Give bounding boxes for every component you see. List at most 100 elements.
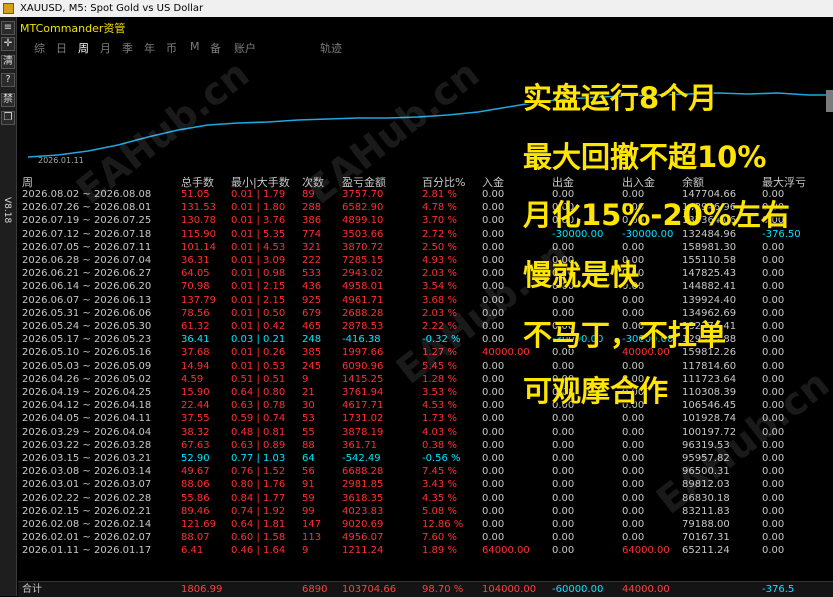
tab-week[interactable]: 周 (78, 40, 89, 56)
total-withdraw: -60000.00 (552, 584, 604, 595)
row-pnl: 1997.66 (342, 347, 384, 359)
row-withdraw: 0.00 (552, 453, 575, 464)
row-balance: 144882.41 (682, 281, 737, 293)
row-withdraw: 0.00 (552, 479, 575, 491)
row-week: 2026.05.10 ~ 2026.05.16 (22, 347, 152, 359)
table-row[interactable]: 2026.07.05 ~ 2026.07.11 101.14 0.01 | 4.53… (18, 241, 833, 254)
row-pnl: 2688.28 (342, 307, 384, 319)
row-deposit: 0.00 (482, 426, 505, 438)
tab-year[interactable]: 年 (144, 40, 155, 56)
row-withdraw: 0.00 (552, 426, 575, 438)
row-count: 9 (302, 545, 309, 557)
row-week: 2026.02.22 ~ 2026.02.28 (22, 492, 152, 504)
row-minmax: 0.63 | 0.78 (231, 400, 286, 412)
table-row[interactable]: 2026.06.07 ~ 2026.06.13 137.79 0.01 | 2.15… (18, 294, 833, 307)
row-balance: 110308.39 (682, 387, 737, 398)
row-net-flow: 64000.00 (622, 545, 670, 557)
total-pnl: 103704.66 (342, 584, 397, 595)
table-row[interactable]: 2026.01.11 ~ 2026.01.17 6.41 0.46 | 1.64 9 1… (18, 544, 833, 557)
tab-quarter[interactable]: 季 (122, 40, 133, 56)
table-row[interactable]: 2026.02.08 ~ 2026.02.14 121.69 0.64 | 1.81… (18, 518, 833, 531)
row-pnl: 9020.69 (342, 519, 384, 530)
tab-day[interactable]: 日 (56, 40, 67, 56)
table-row[interactable]: 2026.02.01 ~ 2026.02.07 88.07 0.60 | 1.58 1… (18, 531, 833, 544)
row-minmax: 0.01 | 2.15 (231, 294, 286, 306)
row-lots: 101.14 (181, 241, 216, 253)
row-percent: 0.38 % (422, 439, 457, 451)
row-lots: 130.78 (181, 215, 216, 227)
row-week: 2026.03.15 ~ 2026.03.21 (22, 453, 152, 464)
total-count: 6890 (302, 584, 328, 595)
row-minmax: 0.01 | 1.79 (231, 189, 286, 200)
row-count: 64 (302, 453, 315, 464)
menu-icon[interactable]: ≡ (1, 21, 15, 35)
row-withdraw: 0.00 (552, 439, 575, 451)
row-percent: 2.03 % (422, 268, 457, 280)
row-percent: 3.68 % (422, 294, 457, 306)
row-minmax: 0.01 | 1.80 (231, 202, 286, 214)
row-lots: 36.31 (181, 255, 210, 266)
row-week: 2026.07.05 ~ 2026.07.11 (22, 241, 152, 253)
disable-button[interactable]: 禁 (1, 93, 15, 107)
row-lots: 37.55 (181, 413, 210, 425)
tab-currency[interactable]: 币 (166, 40, 177, 56)
row-pnl: 3878.19 (342, 426, 384, 438)
table-row[interactable]: 2026.04.05 ~ 2026.04.11 37.55 0.59 | 0.74 5… (18, 412, 833, 425)
row-count: 321 (302, 241, 322, 253)
row-week: 2026.06.14 ~ 2026.06.20 (22, 281, 152, 293)
tab-month[interactable]: 月 (100, 40, 111, 56)
row-balance: 70167.31 (682, 532, 730, 544)
total-lots: 1806.99 (181, 584, 223, 595)
row-max-drawdown: 0.00 (762, 347, 785, 359)
row-pnl: 4899.10 (342, 215, 384, 227)
row-count: 248 (302, 334, 322, 346)
row-balance: 158981.30 (682, 241, 737, 253)
tab-account[interactable]: 账户 (234, 40, 256, 56)
row-week: 2026.03.29 ~ 2026.04.04 (22, 426, 152, 438)
row-lots: 131.53 (181, 202, 216, 214)
move-icon[interactable]: ✛ (1, 37, 15, 51)
row-max-drawdown: 0.00 (762, 307, 785, 319)
table-row[interactable]: 2026.04.19 ~ 2026.04.25 15.90 0.64 | 0.80 2… (18, 386, 833, 399)
chart-scrollbar[interactable] (826, 90, 833, 112)
tab-m[interactable]: M (190, 40, 200, 53)
row-max-drawdown: 0.00 (762, 492, 785, 504)
help-button[interactable]: ? (1, 73, 15, 87)
table-row[interactable]: 2026.06.21 ~ 2026.06.27 64.05 0.01 | 0.98 5… (18, 267, 833, 280)
row-deposit: 0.00 (482, 479, 505, 491)
tab-backup[interactable]: 备 (210, 40, 221, 56)
gold-chart-icon (3, 3, 14, 14)
clear-button[interactable]: 清 (1, 55, 15, 69)
row-pnl: 2981.85 (342, 479, 384, 491)
row-max-drawdown: 0.00 (762, 281, 785, 293)
row-week: 2026.07.12 ~ 2026.07.18 (22, 228, 152, 240)
row-minmax: 0.80 | 1.76 (231, 479, 286, 491)
row-percent: 3.70 % (422, 215, 457, 227)
row-minmax: 0.77 | 1.03 (231, 453, 286, 464)
row-lots: 37.68 (181, 347, 210, 359)
row-minmax: 0.76 | 1.52 (231, 466, 286, 478)
row-withdraw: 0.00 (552, 519, 575, 530)
row-lots: 121.69 (181, 519, 216, 530)
table-row[interactable]: 2026.02.15 ~ 2026.02.21 89.46 0.74 | 1.92 9… (18, 505, 833, 518)
table-row[interactable]: 2026.04.12 ~ 2026.04.18 22.44 0.63 | 0.78 3… (18, 399, 833, 412)
row-balance: 65211.24 (682, 545, 730, 557)
row-percent: 4.03 % (422, 426, 457, 438)
tab-summary[interactable]: 综 (34, 40, 45, 56)
row-week: 2026.03.22 ~ 2026.03.28 (22, 439, 152, 451)
row-pnl: 1415.25 (342, 373, 384, 385)
row-net-flow: 0.00 (622, 453, 645, 464)
row-lots: 15.90 (181, 387, 210, 398)
tab-trajectory[interactable]: 轨迹 (320, 40, 342, 56)
row-percent: 2.50 % (422, 241, 457, 253)
row-deposit: 0.00 (482, 400, 505, 412)
window-icon[interactable]: ❐ (1, 111, 15, 125)
table-row[interactable]: 2026.03.29 ~ 2026.04.04 38.32 0.48 | 0.81 5… (18, 426, 833, 439)
row-max-drawdown: 0.00 (762, 268, 785, 280)
table-row[interactable]: 2026.06.14 ~ 2026.06.20 70.98 0.01 | 2.15 4… (18, 280, 833, 293)
row-lots: 14.94 (181, 360, 210, 372)
row-deposit: 0.00 (482, 453, 505, 464)
row-percent: 3.53 % (422, 387, 457, 398)
row-week: 2026.06.28 ~ 2026.07.04 (22, 255, 152, 266)
table-row[interactable]: 2026.06.28 ~ 2026.07.04 36.31 0.01 | 3.09 2… (18, 254, 833, 267)
